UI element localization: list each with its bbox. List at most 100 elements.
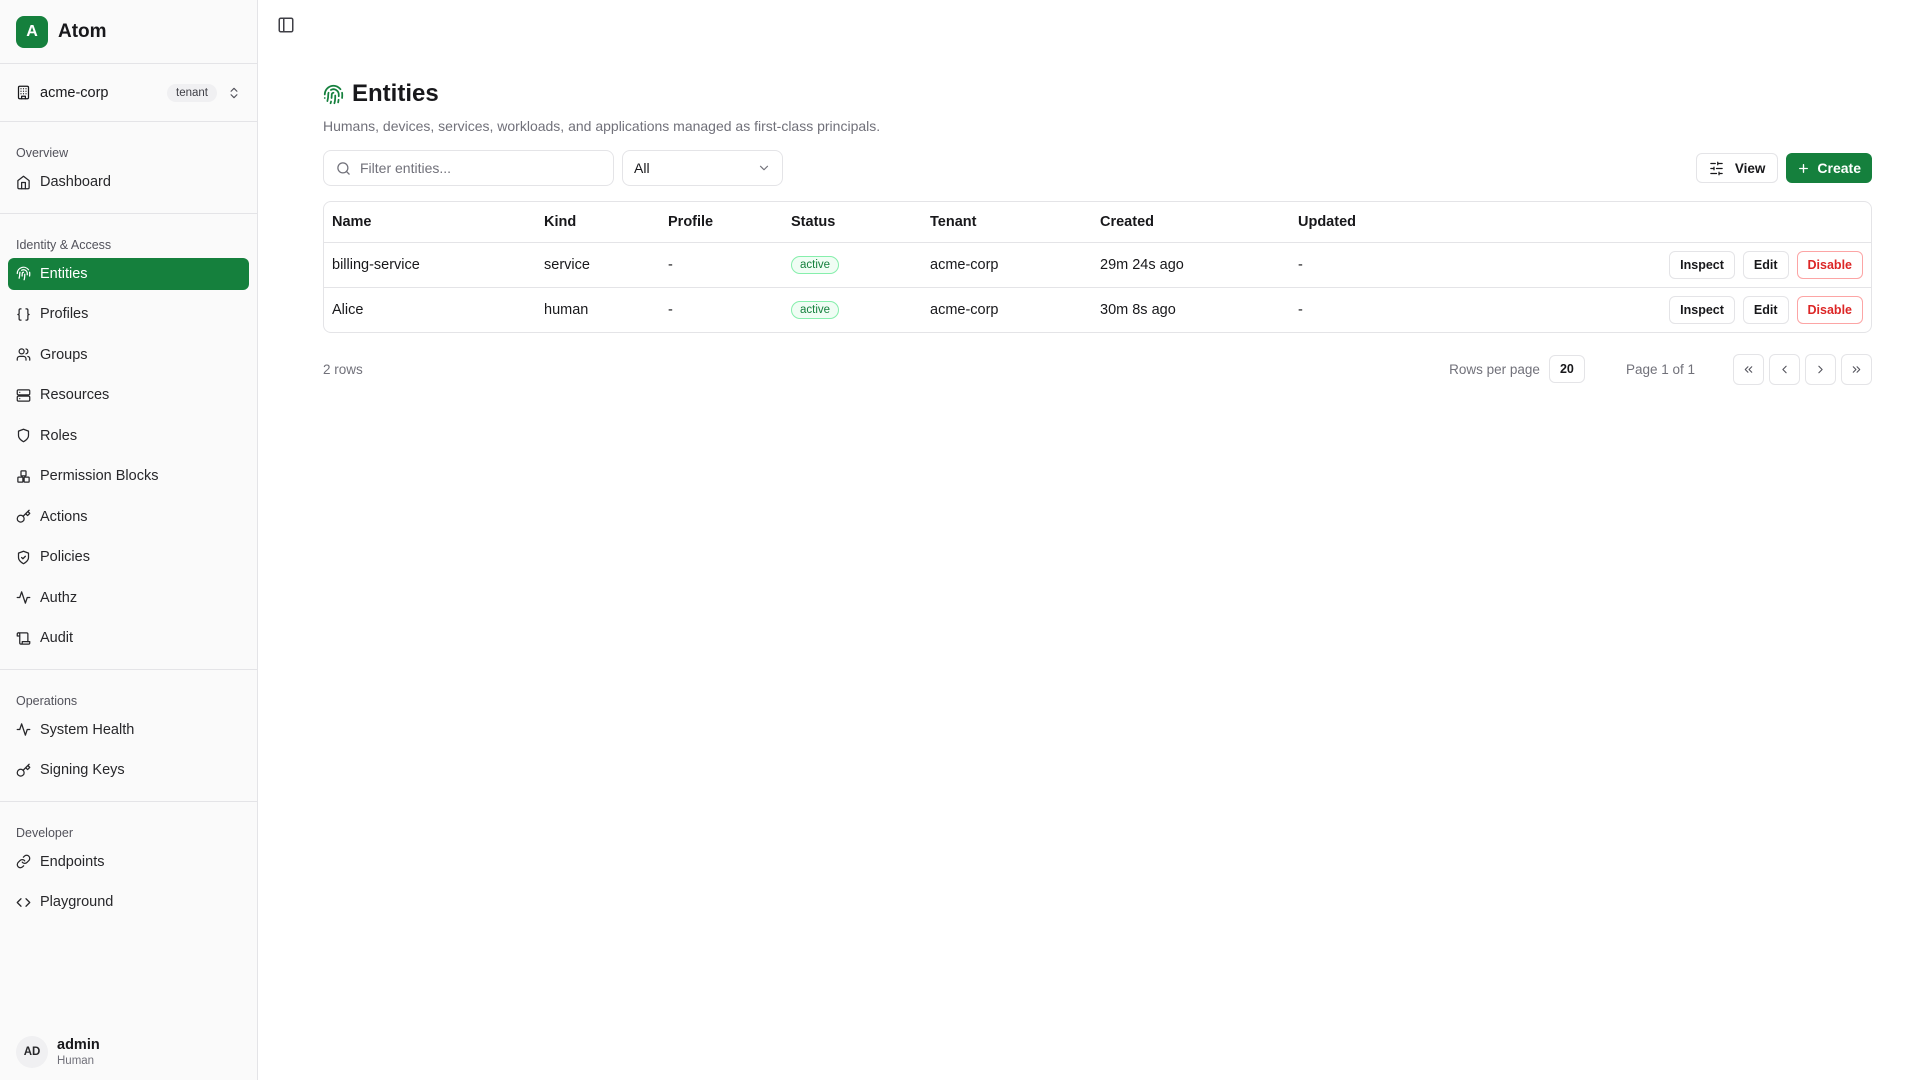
user-menu[interactable]: AD admin Human: [0, 1036, 258, 1068]
rows-per-page-label: Rows per page: [1449, 361, 1540, 377]
table-row[interactable]: billing-service service - active acme-co…: [324, 241, 1871, 287]
page-header: Entities: [323, 80, 1872, 108]
sidebar-item-entities[interactable]: Entities: [8, 257, 249, 290]
status-badge: active: [791, 300, 840, 319]
sidebar-item-roles[interactable]: Roles: [8, 420, 249, 452]
sidebar-toggle-icon[interactable]: [277, 16, 295, 34]
nav-section: Operations System Health Signing Keys: [0, 670, 257, 802]
edit-button[interactable]: Edit: [1742, 250, 1789, 279]
cell-profile: -: [660, 286, 783, 332]
sidebar-item-label: Profiles: [40, 306, 89, 322]
disable-button[interactable]: Disable: [1796, 250, 1863, 279]
code-icon: [16, 897, 31, 907]
status-badge: active: [791, 255, 840, 274]
sidebar-item-endpoints[interactable]: Endpoints: [8, 846, 249, 878]
chevron-right-icon: [1818, 365, 1823, 373]
cell-tenant: acme-corp: [922, 241, 1092, 287]
nav-section: Overview Dashboard: [0, 122, 257, 214]
sidebar-item-policies[interactable]: Policies: [8, 541, 249, 573]
prev-page-button[interactable]: [1769, 353, 1800, 385]
column-header-kind[interactable]: Kind: [536, 202, 660, 242]
tenant-switcher[interactable]: acme-corp tenant: [0, 64, 257, 122]
cell-updated: -: [1290, 286, 1410, 332]
search-input[interactable]: [360, 160, 600, 176]
shield-icon: [17, 428, 30, 443]
inspect-button[interactable]: Inspect: [1669, 250, 1735, 279]
cell-status: active: [783, 241, 922, 287]
sidebar-item-signing-keys[interactable]: Signing Keys: [8, 754, 249, 786]
sidebar-item-system-health[interactable]: System Health: [8, 714, 249, 746]
last-page-button[interactable]: [1841, 353, 1872, 385]
column-header-tenant[interactable]: Tenant: [922, 202, 1092, 242]
page-title: Entities: [352, 80, 439, 107]
inspect-button[interactable]: Inspect: [1669, 295, 1735, 324]
cell-kind: human: [536, 286, 660, 332]
user-role: Human: [57, 1055, 95, 1067]
cell-actions: Inspect Edit Disable: [1410, 286, 1871, 332]
cell-name: billing-service: [324, 241, 536, 287]
sidebar-item-dashboard[interactable]: Dashboard: [8, 166, 249, 198]
brand[interactable]: A Atom: [0, 0, 257, 64]
edit-button[interactable]: Edit: [1742, 295, 1789, 324]
column-header-created[interactable]: Created: [1092, 202, 1290, 242]
fingerprint-icon: [323, 84, 344, 104]
building-icon: [17, 85, 30, 100]
next-page-button[interactable]: [1805, 353, 1836, 385]
chevron-left-icon: [1782, 365, 1787, 373]
view-button[interactable]: View: [1695, 153, 1779, 183]
row-count: 2 rows: [323, 361, 363, 377]
disable-button[interactable]: Disable: [1796, 295, 1863, 324]
kind-filter-value: All: [634, 160, 650, 176]
search-box[interactable]: [323, 150, 614, 186]
tenant-badge: tenant: [167, 83, 217, 102]
sidebar-item-groups[interactable]: Groups: [8, 339, 249, 371]
sidebar-item-label: Policies: [40, 549, 90, 565]
column-header-actions: [1410, 202, 1871, 242]
avatar: AD: [16, 1036, 48, 1068]
cell-kind: service: [536, 241, 660, 287]
pagination: [1733, 353, 1872, 385]
sidebar-item-label: Audit: [40, 630, 74, 646]
sidebar-item-profiles[interactable]: Profiles: [8, 298, 249, 330]
sidebar-item-label: Groups: [40, 346, 88, 363]
blocks-icon: [17, 469, 30, 483]
table-footer: 2 rows Rows per page 20 Page 1 of 1: [323, 353, 1872, 385]
server-icon: [16, 388, 31, 402]
chevrons-up-down-icon: [230, 87, 238, 98]
page-subtitle: Humans, devices, services, workloads, an…: [323, 118, 881, 134]
column-header-name[interactable]: Name: [324, 202, 536, 242]
sidebar-item-label: Signing Keys: [40, 762, 125, 778]
sidebar-item-resources[interactable]: Resources: [8, 379, 249, 411]
nav-section-title: Developer: [16, 825, 73, 840]
table-header-row: Name Kind Profile Status Tenant Created …: [324, 202, 1871, 242]
column-header-profile[interactable]: Profile: [660, 202, 783, 242]
sidebar-item-label: Actions: [40, 508, 88, 525]
link-icon: [16, 854, 31, 869]
create-button[interactable]: Create: [1786, 153, 1872, 183]
column-header-status[interactable]: Status: [783, 202, 922, 242]
key-icon: [16, 509, 31, 523]
chevron-down-icon: [759, 165, 769, 171]
fingerprint-icon: [16, 266, 31, 281]
sidebar-item-label: Endpoints: [40, 853, 105, 870]
rows-per-page-select[interactable]: 20: [1548, 355, 1585, 383]
table-row[interactable]: Alice human - active acme-corp 30m 8s ag…: [324, 286, 1871, 332]
activity-icon: [16, 591, 31, 604]
sidebar-item-audit[interactable]: Audit: [8, 622, 249, 654]
cell-created: 30m 8s ago: [1092, 286, 1290, 332]
sidebar-item-authz[interactable]: Authz: [8, 582, 249, 614]
sidebar-item-label: Resources: [40, 387, 110, 403]
column-header-updated[interactable]: Updated: [1290, 202, 1410, 242]
chevrons-right-icon: [1852, 365, 1861, 373]
kind-filter-select[interactable]: All: [622, 150, 783, 186]
first-page-button[interactable]: [1733, 353, 1764, 385]
nav-section-title: Overview: [16, 146, 69, 160]
page-info: Page 1 of 1: [1625, 361, 1695, 377]
sidebar-item-actions[interactable]: Actions: [8, 501, 249, 533]
main-content: Entities Humans, devices, services, work…: [259, 0, 1920, 1080]
sidebar-item-playground[interactable]: Playground: [8, 886, 249, 918]
cell-status: active: [783, 286, 922, 332]
sidebar-item-permission-blocks[interactable]: Permission Blocks: [8, 460, 249, 492]
app-name: Atom: [58, 20, 107, 42]
chevrons-left-icon: [1744, 365, 1753, 373]
